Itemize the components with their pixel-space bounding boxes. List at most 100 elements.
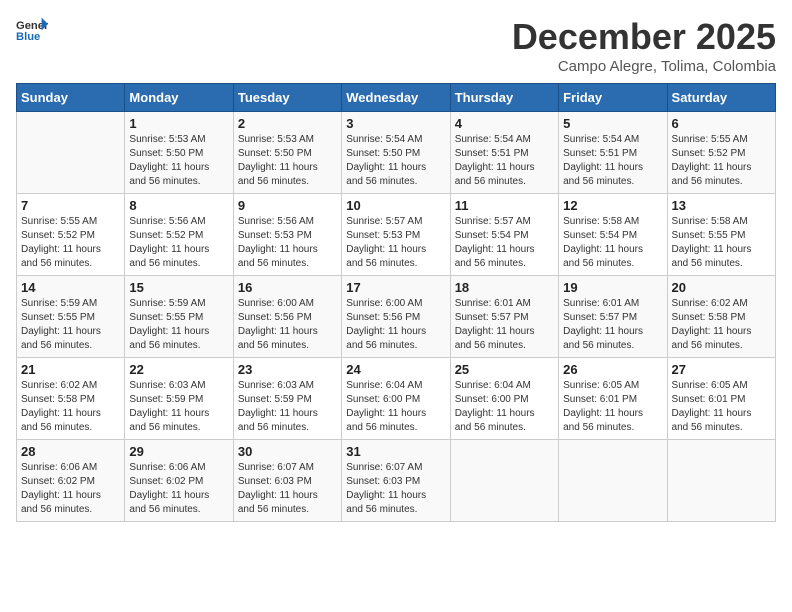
- day-info: Sunrise: 5:53 AMSunset: 5:50 PMDaylight:…: [238, 133, 337, 189]
- dow-cell: Friday: [559, 84, 667, 112]
- day-number: 12: [563, 198, 662, 213]
- dow-cell: Saturday: [667, 84, 775, 112]
- day-info: Sunrise: 5:56 AMSunset: 5:52 PMDaylight:…: [129, 215, 228, 271]
- dow-cell: Sunday: [17, 84, 125, 112]
- calendar-day-cell: 7 Sunrise: 5:55 AMSunset: 5:52 PMDaylight…: [17, 194, 125, 276]
- calendar-day-cell: 29Sunrise: 6:06 AMSunset: 6:02 PMDayligh…: [125, 440, 233, 522]
- day-number: 11: [455, 198, 554, 213]
- calendar-day-cell: [559, 440, 667, 522]
- calendar-day-cell: 19 Sunrise: 6:01 AMSunset: 5:57 PMDayligh…: [559, 276, 667, 358]
- calendar-day-cell: 23 Sunrise: 6:03 AMSunset: 5:59 PMDayligh…: [233, 358, 341, 440]
- day-info: Sunrise: 6:04 AMSunset: 6:00 PMDaylight:…: [455, 379, 554, 435]
- day-info: Sunrise: 6:03 AMSunset: 5:59 PMDaylight:…: [129, 379, 228, 435]
- day-number: 7: [21, 198, 120, 213]
- calendar-day-cell: [450, 440, 558, 522]
- day-number: 30: [238, 444, 337, 459]
- day-number: 8: [129, 198, 228, 213]
- day-number: 15: [129, 280, 228, 295]
- day-info: Sunrise: 5:53 AMSunset: 5:50 PMDaylight:…: [129, 133, 228, 189]
- day-info: Sunrise: 6:03 AMSunset: 5:59 PMDaylight:…: [238, 379, 337, 435]
- calendar-day-cell: 21Sunrise: 6:02 AMSunset: 5:58 PMDayligh…: [17, 358, 125, 440]
- day-number: 2: [238, 116, 337, 131]
- calendar-day-cell: 17Sunrise: 6:00 AMSunset: 5:56 PMDayligh…: [342, 276, 450, 358]
- day-info: Sunrise: 6:00 AMSunset: 5:56 PMDaylight:…: [238, 297, 337, 353]
- dow-cell: Tuesday: [233, 84, 341, 112]
- day-info: Sunrise: 6:01 AMSunset: 5:57 PMDaylight:…: [563, 297, 662, 353]
- day-number: 29: [129, 444, 228, 459]
- day-number: 13: [672, 198, 771, 213]
- title-area: December 2025 Campo Alegre, Tolima, Colo…: [512, 16, 776, 75]
- day-info: Sunrise: 5:56 AMSunset: 5:53 PMDaylight:…: [238, 215, 337, 271]
- day-number: 27: [672, 362, 771, 377]
- calendar-day-cell: 4 Sunrise: 5:54 AMSunset: 5:51 PMDaylight…: [450, 112, 558, 194]
- day-info: Sunrise: 5:58 AMSunset: 5:54 PMDaylight:…: [563, 215, 662, 271]
- calendar-day-cell: 12 Sunrise: 5:58 AMSunset: 5:54 PMDayligh…: [559, 194, 667, 276]
- calendar-day-cell: 20Sunrise: 6:02 AMSunset: 5:58 PMDayligh…: [667, 276, 775, 358]
- calendar-day-cell: 3 Sunrise: 5:54 AMSunset: 5:50 PMDaylight…: [342, 112, 450, 194]
- day-info: Sunrise: 6:02 AMSunset: 5:58 PMDaylight:…: [21, 379, 120, 435]
- day-info: Sunrise: 5:54 AMSunset: 5:51 PMDaylight:…: [455, 133, 554, 189]
- day-info: Sunrise: 5:57 AMSunset: 5:54 PMDaylight:…: [455, 215, 554, 271]
- day-info: Sunrise: 6:07 AMSunset: 6:03 PMDaylight:…: [238, 461, 337, 517]
- day-number: 14: [21, 280, 120, 295]
- logo-icon: General Blue: [16, 16, 48, 44]
- header: General Blue December 2025 Campo Alegre,…: [16, 16, 776, 75]
- month-title: December 2025: [512, 16, 776, 58]
- day-info: Sunrise: 6:05 AMSunset: 6:01 PMDaylight:…: [672, 379, 771, 435]
- day-info: Sunrise: 5:54 AMSunset: 5:50 PMDaylight:…: [346, 133, 445, 189]
- calendar-day-cell: 1Sunrise: 5:53 AMSunset: 5:50 PMDaylight…: [125, 112, 233, 194]
- day-number: 5: [563, 116, 662, 131]
- day-info: Sunrise: 6:07 AMSunset: 6:03 PMDaylight:…: [346, 461, 445, 517]
- day-number: 4: [455, 116, 554, 131]
- day-number: 16: [238, 280, 337, 295]
- day-number: 18: [455, 280, 554, 295]
- day-number: 22: [129, 362, 228, 377]
- calendar-day-cell: 8 Sunrise: 5:56 AMSunset: 5:52 PMDaylight…: [125, 194, 233, 276]
- day-info: Sunrise: 5:55 AMSunset: 5:52 PMDaylight:…: [21, 215, 120, 271]
- calendar-week-row: 28Sunrise: 6:06 AMSunset: 6:02 PMDayligh…: [17, 440, 776, 522]
- calendar-day-cell: 16 Sunrise: 6:00 AMSunset: 5:56 PMDayligh…: [233, 276, 341, 358]
- dow-cell: Monday: [125, 84, 233, 112]
- calendar-day-cell: 28Sunrise: 6:06 AMSunset: 6:02 PMDayligh…: [17, 440, 125, 522]
- calendar-week-row: 21Sunrise: 6:02 AMSunset: 5:58 PMDayligh…: [17, 358, 776, 440]
- calendar-day-cell: 5 Sunrise: 5:54 AMSunset: 5:51 PMDaylight…: [559, 112, 667, 194]
- svg-text:Blue: Blue: [16, 31, 40, 43]
- calendar-week-row: 7 Sunrise: 5:55 AMSunset: 5:52 PMDaylight…: [17, 194, 776, 276]
- day-info: Sunrise: 5:59 AMSunset: 5:55 PMDaylight:…: [129, 297, 228, 353]
- days-of-week-header: SundayMondayTuesdayWednesdayThursdayFrid…: [17, 84, 776, 112]
- calendar-day-cell: [17, 112, 125, 194]
- day-number: 6: [672, 116, 771, 131]
- day-number: 9: [238, 198, 337, 213]
- day-info: Sunrise: 5:55 AMSunset: 5:52 PMDaylight:…: [672, 133, 771, 189]
- calendar-day-cell: 31 Sunrise: 6:07 AMSunset: 6:03 PMDayligh…: [342, 440, 450, 522]
- day-info: Sunrise: 6:04 AMSunset: 6:00 PMDaylight:…: [346, 379, 445, 435]
- calendar-day-cell: 30 Sunrise: 6:07 AMSunset: 6:03 PMDayligh…: [233, 440, 341, 522]
- calendar-day-cell: 18Sunrise: 6:01 AMSunset: 5:57 PMDayligh…: [450, 276, 558, 358]
- calendar-day-cell: 11 Sunrise: 5:57 AMSunset: 5:54 PMDayligh…: [450, 194, 558, 276]
- location-subtitle: Campo Alegre, Tolima, Colombia: [512, 58, 776, 75]
- calendar-week-row: 1Sunrise: 5:53 AMSunset: 5:50 PMDaylight…: [17, 112, 776, 194]
- day-info: Sunrise: 5:54 AMSunset: 5:51 PMDaylight:…: [563, 133, 662, 189]
- dow-cell: Thursday: [450, 84, 558, 112]
- day-number: 28: [21, 444, 120, 459]
- calendar-day-cell: 6 Sunrise: 5:55 AMSunset: 5:52 PMDaylight…: [667, 112, 775, 194]
- day-info: Sunrise: 5:58 AMSunset: 5:55 PMDaylight:…: [672, 215, 771, 271]
- calendar-day-cell: 24 Sunrise: 6:04 AMSunset: 6:00 PMDayligh…: [342, 358, 450, 440]
- day-number: 31: [346, 444, 445, 459]
- day-info: Sunrise: 6:05 AMSunset: 6:01 PMDaylight:…: [563, 379, 662, 435]
- calendar-week-row: 14 Sunrise: 5:59 AMSunset: 5:55 PMDayligh…: [17, 276, 776, 358]
- calendar-body: 1Sunrise: 5:53 AMSunset: 5:50 PMDaylight…: [17, 112, 776, 522]
- day-info: Sunrise: 5:59 AMSunset: 5:55 PMDaylight:…: [21, 297, 120, 353]
- day-number: 26: [563, 362, 662, 377]
- day-number: 20: [672, 280, 771, 295]
- day-info: Sunrise: 6:00 AMSunset: 5:56 PMDaylight:…: [346, 297, 445, 353]
- calendar-day-cell: 10Sunrise: 5:57 AMSunset: 5:53 PMDayligh…: [342, 194, 450, 276]
- day-number: 23: [238, 362, 337, 377]
- day-number: 3: [346, 116, 445, 131]
- calendar-day-cell: 26 Sunrise: 6:05 AMSunset: 6:01 PMDayligh…: [559, 358, 667, 440]
- day-number: 24: [346, 362, 445, 377]
- calendar-day-cell: 22 Sunrise: 6:03 AMSunset: 5:59 PMDayligh…: [125, 358, 233, 440]
- calendar-day-cell: [667, 440, 775, 522]
- day-number: 19: [563, 280, 662, 295]
- calendar-day-cell: 14 Sunrise: 5:59 AMSunset: 5:55 PMDayligh…: [17, 276, 125, 358]
